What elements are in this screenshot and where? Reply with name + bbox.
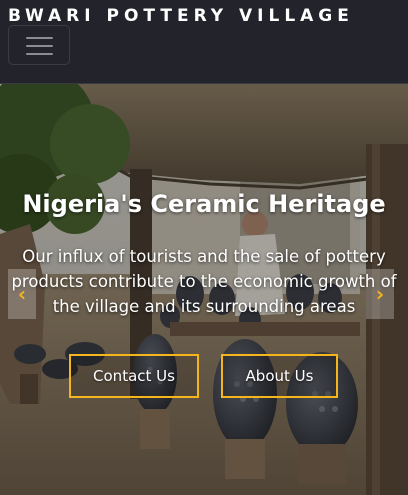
about-us-button[interactable]: About Us	[221, 354, 338, 398]
navbar-toggler-button[interactable]	[8, 25, 70, 65]
navbar: BWARI POTTERY VILLAGE	[0, 0, 408, 84]
hero-heading: Nigeria's Ceramic Heritage	[22, 190, 386, 218]
hero-tagline: Our influx of tourists and the sale of p…	[11, 247, 397, 316]
brand-title[interactable]: BWARI POTTERY VILLAGE	[8, 6, 354, 26]
carousel-next-button[interactable]: ›	[366, 269, 394, 319]
contact-us-button[interactable]: Contact Us	[69, 354, 199, 398]
chevron-left-icon: ‹	[17, 282, 27, 306]
hero-carousel: Nigeria's Ceramic Heritage Our influx of…	[0, 84, 408, 495]
chevron-right-icon: ›	[375, 282, 385, 306]
carousel-prev-button[interactable]: ‹	[8, 269, 36, 319]
